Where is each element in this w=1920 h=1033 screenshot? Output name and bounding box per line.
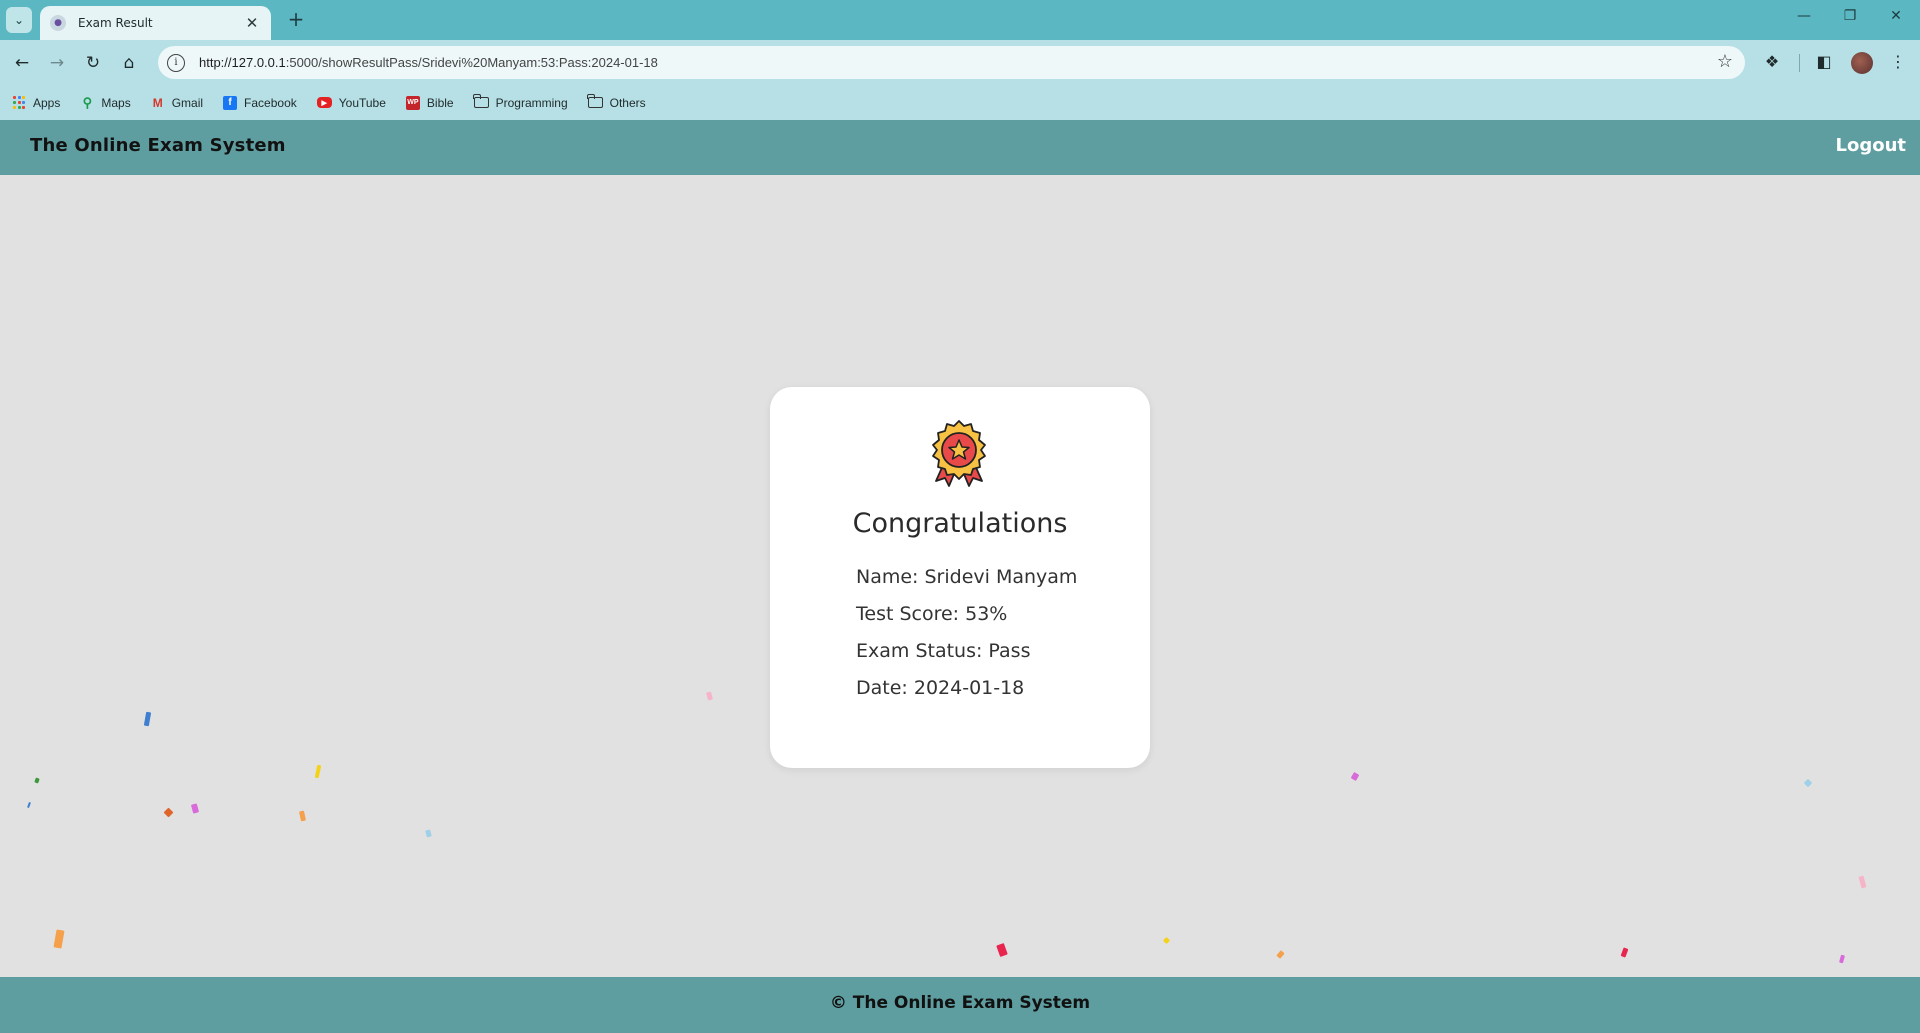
- site-footer: © The Online Exam System: [0, 977, 1920, 1033]
- apps-grid-icon: [12, 95, 26, 110]
- bookmarks-bar: Apps ⚲ Maps M Gmail f Facebook ▶ YouTube…: [0, 85, 1920, 120]
- site-navbar: The Online Exam System Logout: [0, 120, 1920, 175]
- tab-exam-result[interactable]: ● Exam Result ✕: [40, 6, 271, 40]
- restore-icon[interactable]: ❐: [1835, 8, 1865, 24]
- result-score: Test Score: 53%: [856, 603, 1008, 625]
- confetti-piece: [425, 829, 432, 838]
- browser-toolbar: ← → ↻ ⌂ i http://127.0.0.1:5000/showResu…: [0, 40, 1920, 85]
- confetti-piece: [1162, 936, 1171, 945]
- bookmark-bible[interactable]: WP Bible: [405, 95, 454, 110]
- forward-arrow-icon[interactable]: →: [44, 50, 70, 76]
- bookmark-label: Programming: [495, 95, 568, 110]
- bookmark-label: Gmail: [171, 95, 204, 110]
- footer-copyright: © The Online Exam System: [829, 993, 1091, 1013]
- tab-title: Exam Result: [78, 16, 153, 30]
- bookmark-label: Apps: [33, 95, 61, 110]
- confetti-piece: [34, 777, 40, 784]
- url-host: http://127.0.0.1: [199, 55, 286, 70]
- tab-favicon-icon: ●: [50, 15, 66, 31]
- congratulations-heading: Congratulations: [852, 508, 1068, 539]
- bookmark-label: YouTube: [338, 95, 386, 110]
- confetti-piece: [1858, 875, 1867, 889]
- result-date: Date: 2024-01-18: [856, 677, 1025, 699]
- confetti-piece: [163, 807, 174, 818]
- url-path: :5000/showResultPass/Sridevi%20Manyam:53…: [285, 55, 658, 70]
- window-close-icon[interactable]: ✕: [1881, 8, 1911, 24]
- browser-tab-strip: ⌄ ● Exam Result ✕ + — ❐ ✕: [0, 0, 1920, 40]
- confetti-piece: [314, 764, 322, 779]
- bookmark-label: Maps: [101, 95, 131, 110]
- bookmark-others[interactable]: Others: [587, 94, 646, 110]
- award-medal-icon: [932, 420, 986, 487]
- confetti-piece: [706, 691, 713, 701]
- confetti-piece: [190, 803, 200, 814]
- url-text[interactable]: http://127.0.0.1:5000/showResultPass/Sri…: [199, 55, 658, 70]
- address-bar[interactable]: i http://127.0.0.1:5000/showResultPass/S…: [158, 46, 1745, 79]
- bookmark-programming[interactable]: Programming: [473, 94, 568, 110]
- bookmark-star-icon[interactable]: ☆: [1717, 51, 1733, 72]
- confetti-piece: [996, 942, 1008, 958]
- folder-icon: [587, 94, 603, 108]
- confetti-piece: [299, 810, 306, 822]
- bookmark-label: Others: [609, 95, 646, 110]
- bookmark-apps[interactable]: Apps: [12, 96, 60, 110]
- reload-icon[interactable]: ↻: [80, 50, 106, 76]
- bookmark-youtube[interactable]: ▶ YouTube: [316, 95, 386, 110]
- bookmark-maps[interactable]: ⚲ Maps: [80, 94, 131, 110]
- extensions-puzzle-icon[interactable]: ❖: [1760, 50, 1784, 74]
- bible-icon: WP: [405, 95, 420, 110]
- toolbar-divider: [1799, 54, 1800, 72]
- confetti-piece: [1350, 771, 1360, 782]
- back-arrow-icon[interactable]: ←: [9, 50, 35, 76]
- minimize-icon[interactable]: —: [1789, 8, 1819, 24]
- confetti-piece: [27, 801, 31, 809]
- side-panel-icon[interactable]: ◧: [1812, 50, 1836, 74]
- facebook-icon: f: [223, 95, 238, 110]
- bookmark-label: Bible: [426, 95, 454, 110]
- confetti-piece: [143, 711, 152, 727]
- confetti-piece: [53, 929, 65, 949]
- confetti-piece: [1803, 778, 1813, 788]
- folder-icon: [473, 94, 489, 108]
- site-info-icon[interactable]: i: [167, 53, 185, 72]
- confetti-piece: [1276, 950, 1285, 959]
- bookmark-gmail[interactable]: M Gmail: [151, 96, 203, 110]
- tab-close-icon[interactable]: ✕: [243, 14, 261, 32]
- home-icon[interactable]: ⌂: [116, 50, 142, 76]
- profile-avatar[interactable]: [1851, 52, 1873, 74]
- new-tab-plus-icon[interactable]: +: [283, 7, 309, 33]
- logout-link[interactable]: Logout: [1835, 135, 1906, 156]
- confetti-piece: [1620, 947, 1629, 958]
- confetti-piece: [1839, 954, 1845, 964]
- menu-kebab-icon[interactable]: ⋮: [1886, 50, 1910, 74]
- youtube-icon: ▶: [316, 97, 332, 108]
- maps-pin-icon: ⚲: [82, 94, 93, 110]
- result-status: Exam Status: Pass: [856, 640, 1031, 662]
- bookmark-label: Facebook: [244, 95, 297, 110]
- tab-search-chevron-icon[interactable]: ⌄: [6, 7, 32, 33]
- result-card: Congratulations Name: Sridevi Manyam Tes…: [770, 387, 1150, 768]
- site-brand[interactable]: The Online Exam System: [30, 135, 286, 156]
- gmail-icon: M: [152, 95, 163, 110]
- bookmark-facebook[interactable]: f Facebook: [223, 95, 297, 110]
- result-name: Name: Sridevi Manyam: [856, 566, 1078, 588]
